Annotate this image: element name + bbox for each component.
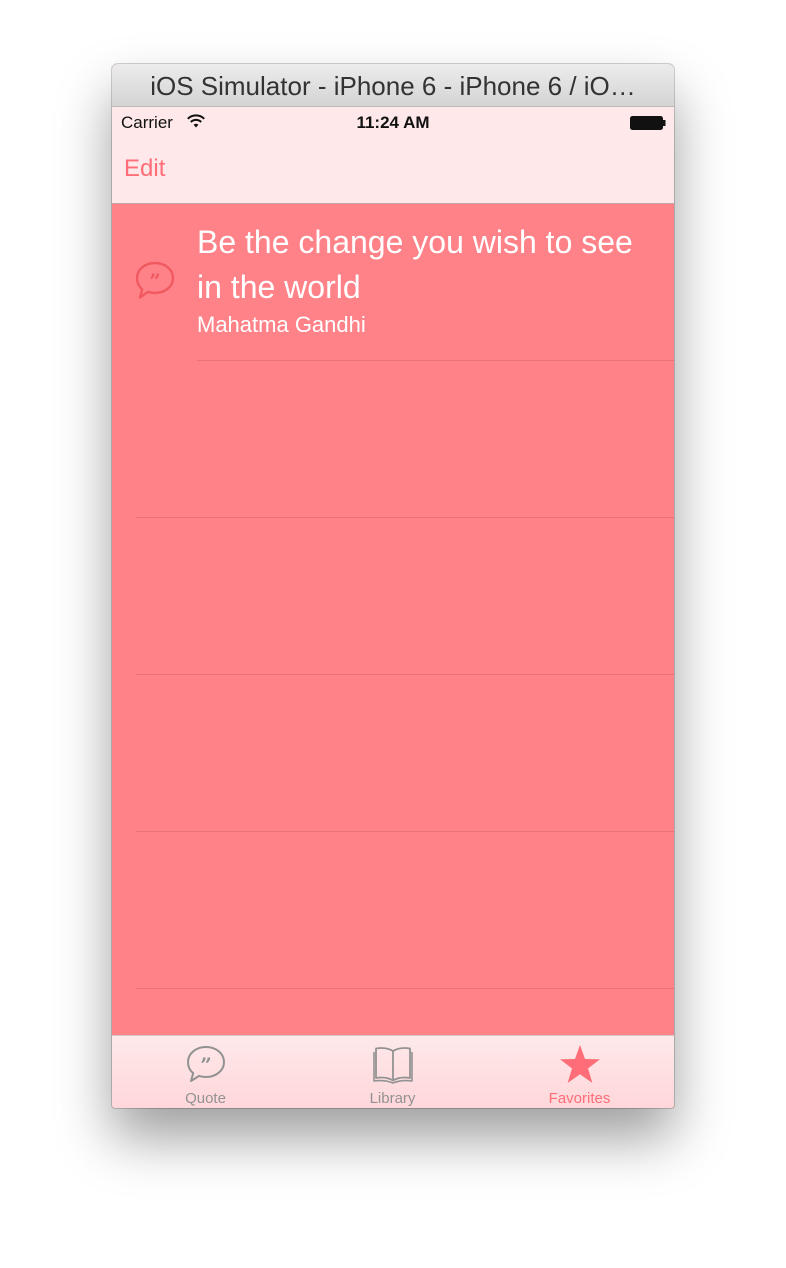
empty-row: [112, 518, 674, 675]
svg-text:”: ”: [149, 269, 161, 293]
quote-author: Mahatma Gandhi: [197, 312, 366, 337]
quote-text: Be the change you wish to see in the wor…: [197, 224, 633, 305]
status-bar: Carrier 11:24 AM: [112, 107, 674, 139]
tab-label: Favorites: [548, 1090, 611, 1107]
quote-bubble-icon: ”: [135, 261, 175, 299]
book-icon: [372, 1047, 413, 1084]
navigation-bar: Carrier 11:24 AM Edit: [112, 107, 674, 204]
tab-label: Quote: [185, 1090, 226, 1107]
list-item[interactable]: ” Be the change you wish to see in the w…: [112, 204, 674, 361]
simulator-window: iOS Simulator - iPhone 6 - iPhone 6 / iO…: [112, 64, 674, 1108]
status-time: 11:24 AM: [356, 113, 430, 132]
empty-row: [112, 832, 674, 989]
tab-bar: ” Quote Library Favorites: [112, 1035, 674, 1108]
battery-icon: [630, 116, 666, 130]
svg-text:”: ”: [200, 1053, 212, 1077]
phone-screen: Carrier 11:24 AM Edit ” Be the change yo…: [112, 107, 674, 1108]
empty-row: [112, 361, 674, 518]
quote-bubble-icon: ”: [186, 1046, 225, 1082]
window-titlebar[interactable]: iOS Simulator - iPhone 6 - iPhone 6 / iO…: [112, 64, 674, 107]
star-icon: [559, 1045, 600, 1083]
tab-label: Library: [369, 1090, 416, 1107]
tab-quote[interactable]: ” Quote: [112, 1036, 299, 1108]
favorites-list: ” Be the change you wish to see in the w…: [112, 204, 674, 989]
empty-row: [112, 675, 674, 832]
row-separator: [136, 988, 674, 989]
tab-library[interactable]: Library: [299, 1036, 486, 1108]
tab-favorites[interactable]: Favorites: [486, 1036, 673, 1108]
edit-button[interactable]: Edit: [124, 155, 165, 183]
window-title: iOS Simulator - iPhone 6 - iPhone 6 / iO…: [150, 71, 636, 101]
